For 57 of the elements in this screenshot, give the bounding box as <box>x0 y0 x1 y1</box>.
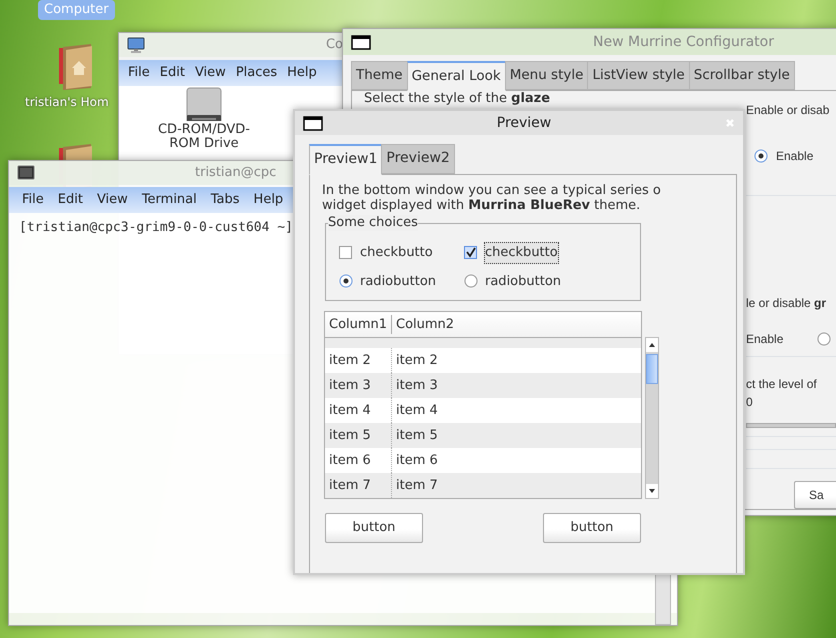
window-title: Preview <box>496 114 552 132</box>
menu-item[interactable]: Help <box>282 63 322 83</box>
column-header[interactable]: Column1 <box>325 314 392 334</box>
save-button[interactable]: Sa <box>794 481 836 510</box>
tab[interactable]: Theme <box>351 61 408 90</box>
description-text: In the bottom window you can see a typical series o <box>322 183 661 198</box>
table-cell-text: item 3 <box>395 376 438 395</box>
table-cell: item 7 <box>325 473 392 498</box>
drive-label[interactable]: CD-ROM/DVD-ROM Drive <box>149 123 259 151</box>
tab[interactable]: Scrollbar style <box>688 61 795 90</box>
terminal-icon <box>17 165 35 181</box>
level-value: 0 <box>746 394 753 412</box>
window-icon <box>303 116 323 130</box>
slider-track[interactable] <box>746 423 836 428</box>
option-label: le or disable gr <box>746 295 826 312</box>
tab[interactable]: ListView style <box>587 61 690 90</box>
tab[interactable]: General Look <box>406 61 506 92</box>
tab[interactable]: Menu style <box>504 61 588 90</box>
radio-label[interactable]: radiobutton <box>485 272 562 291</box>
table-cell-text: item 6 <box>395 452 438 470</box>
checkbox-label[interactable]: checkbutto <box>359 242 434 264</box>
push-button[interactable]: button <box>543 513 641 543</box>
column-header[interactable]: Column2 <box>392 314 454 334</box>
description-text: widget displayed with Murrina BlueRev theme. <box>322 198 640 213</box>
menu-item[interactable]: Places <box>230 63 282 83</box>
table-cell-text: item 7 <box>395 476 438 495</box>
window-title: tristian@cpc <box>195 164 276 182</box>
table-cell-text: item 2 <box>395 352 438 370</box>
scrollbar-thumb[interactable] <box>646 354 658 384</box>
window-title: New Murrine Configurator <box>593 32 774 52</box>
menu-item[interactable]: File <box>123 63 155 83</box>
menu-item[interactable]: View <box>90 190 135 210</box>
tab[interactable]: Preview2 <box>381 144 455 174</box>
radio-label[interactable]: Enable <box>776 147 814 166</box>
section-label: Select the style of the glaze <box>364 91 552 106</box>
tab[interactable]: Preview1 <box>309 144 382 175</box>
menu-item[interactable]: Edit <box>154 63 190 83</box>
menu-item[interactable]: Edit <box>50 190 90 210</box>
menu-item[interactable]: View <box>190 63 231 83</box>
radio-label[interactable]: radiobutton <box>360 272 436 291</box>
menu-item[interactable]: Help <box>246 190 290 210</box>
push-button[interactable]: button <box>325 513 423 543</box>
menu-item[interactable]: Tabs <box>204 190 247 210</box>
window-title: Co <box>326 36 343 54</box>
close-icon <box>725 118 735 128</box>
option-label: Enable or disab <box>746 102 830 120</box>
menu-item[interactable]: File <box>15 190 51 210</box>
window-icon <box>351 34 371 50</box>
radio-label[interactable]: Enable <box>746 330 784 348</box>
monitor-icon <box>127 37 145 53</box>
menu-item[interactable]: Terminal <box>134 190 204 210</box>
setting-label: ct the level of <box>746 376 817 394</box>
checkbox-label[interactable]: checkbutto <box>484 242 559 264</box>
terminal-line: [tristian@cpc3-grim9-0-0-cust604 ~] <box>19 219 293 237</box>
table-cell-text: item 5 <box>395 426 438 445</box>
drive-icon <box>184 87 224 121</box>
table-cell-text: item 4 <box>395 402 438 420</box>
